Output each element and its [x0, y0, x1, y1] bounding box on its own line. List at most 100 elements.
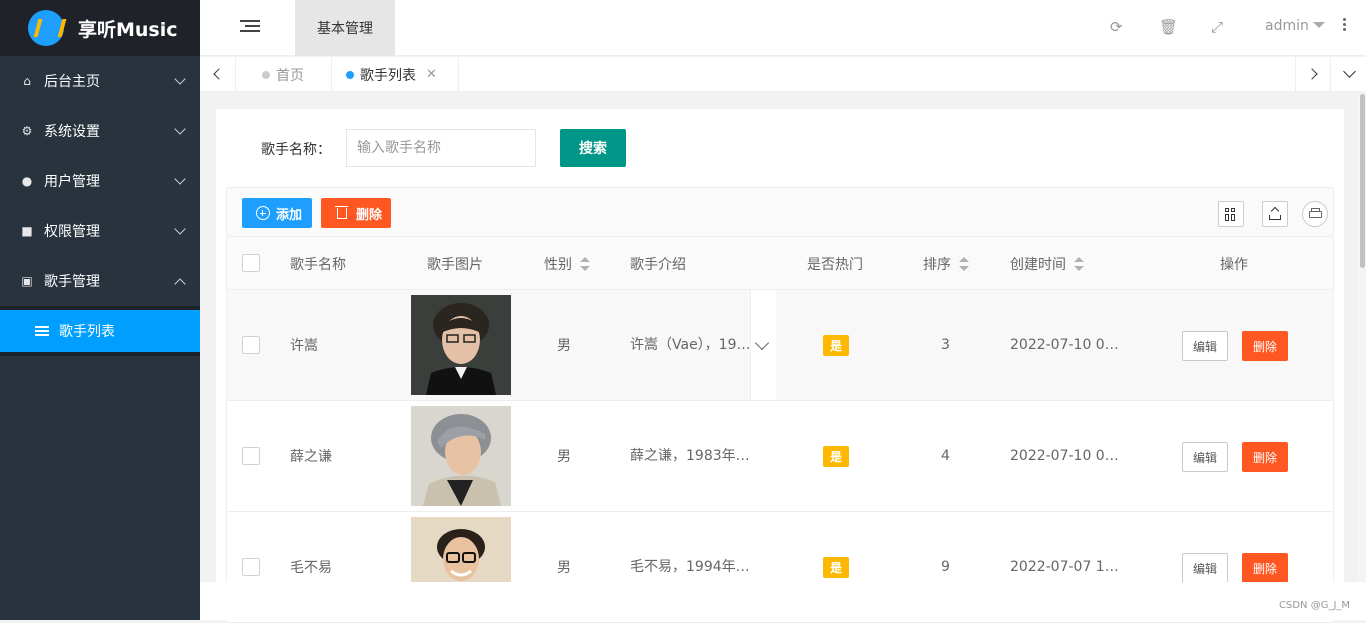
order-cell: 3 [941, 337, 950, 353]
scrollbar-thumb[interactable] [1360, 94, 1365, 268]
intro-text: 薛之谦，1983年7月17日 [630, 448, 756, 464]
column-header-order[interactable]: 排序 [923, 237, 969, 290]
table-row[interactable]: 薛之谦 男 薛之谦，1983年7月17日 是 4 2022-07-10 00:0… [226, 401, 1334, 512]
sort-icon[interactable] [1074, 256, 1084, 271]
select-all-checkbox[interactable] [242, 254, 260, 272]
column-header-label: 排序 [923, 256, 951, 273]
tab-dot-icon [346, 70, 354, 79]
table-row[interactable]: 许嵩 男 许嵩（Vae），1986年 是 3 2022-07-10 00:00:… [226, 290, 1334, 401]
sidebar-item-user-management[interactable]: ● 用户管理 [0, 156, 200, 206]
row-checkbox[interactable] [242, 558, 260, 576]
columns-filter-icon[interactable] [1218, 201, 1244, 227]
edit-button[interactable]: 编辑 [1182, 442, 1228, 472]
row-checkbox[interactable] [242, 336, 260, 354]
singer-photo [411, 406, 511, 506]
top-tab-basic-management[interactable]: 基本管理 [295, 0, 395, 56]
app-title: 享听Music [78, 18, 178, 41]
contact-book-icon: ▣ [21, 274, 33, 288]
tab-dot-icon [262, 70, 270, 79]
sidebar-item-system-settings[interactable]: ⚙ 系统设置 [0, 106, 200, 156]
column-header-gender[interactable]: 性别 [544, 237, 590, 290]
chevron-up-icon [174, 278, 186, 290]
chevron-left-icon [213, 68, 225, 80]
sidebar-subitem-label: 歌手列表 [59, 324, 115, 340]
hot-cell: 是 [823, 401, 850, 511]
tab-singer-list[interactable]: 歌手列表 ✕ [332, 57, 459, 92]
trash-icon [335, 205, 348, 219]
singer-name-search-input[interactable] [346, 129, 536, 167]
user-menu[interactable]: admin [1265, 18, 1325, 34]
chevron-right-icon [1306, 68, 1318, 80]
created-text: 2022-07-10 00:00:00 [1010, 448, 1120, 464]
logo[interactable]: 享听Music [0, 0, 200, 56]
sidebar-item-permission-management[interactable]: ■ 权限管理 [0, 206, 200, 256]
singer-photo [411, 295, 511, 395]
table-toolbar: 添加 删除 [226, 187, 1334, 237]
lock-icon: ■ [21, 224, 33, 238]
sidebar-item-label: 歌手管理 [44, 274, 100, 290]
row-checkbox[interactable] [242, 447, 260, 465]
singer-submenu: 歌手列表 [0, 306, 200, 356]
batch-delete-button[interactable]: 删除 [321, 198, 391, 228]
footer [200, 582, 1366, 620]
caret-down-icon [1312, 22, 1325, 28]
created-text: 2022-07-10 00:00:00 [1010, 337, 1120, 353]
main-card: 歌手名称： 搜索 添加 删除 歌手名称 歌手图片 性别 歌手介绍 是否热门 排序… [216, 109, 1344, 623]
sidebar-item-label: 用户管理 [44, 174, 100, 190]
gender-cell: 男 [557, 338, 571, 354]
export-icon[interactable] [1262, 201, 1288, 227]
page-tabs-bar: 首页 歌手列表 ✕ [200, 57, 1366, 92]
search-button[interactable]: 搜索 [560, 129, 626, 167]
tabs-scroll-left-button[interactable] [200, 57, 236, 92]
tabs-scroll-right-button[interactable] [1295, 57, 1331, 92]
expand-cell-button[interactable] [750, 290, 776, 400]
sidebar-item-label: 后台主页 [44, 74, 100, 90]
column-header-name: 歌手名称 [290, 256, 346, 273]
gears-icon: ⚙ [21, 124, 33, 138]
tab-label: 首页 [276, 67, 304, 84]
search-label: 歌手名称： [261, 142, 331, 158]
music-logo-icon [28, 10, 64, 46]
sort-icon[interactable] [580, 256, 590, 271]
created-cell: 2022-07-10 00:00:00 [1010, 401, 1120, 511]
sidebar-item-home[interactable]: ⌂ 后台主页 [0, 56, 200, 106]
column-header-label: 创建时间 [1010, 256, 1066, 273]
sidebar-item-label: 系统设置 [44, 124, 100, 140]
user-icon: ● [21, 174, 33, 188]
add-button[interactable]: 添加 [242, 198, 312, 228]
tab-home[interactable]: 首页 [236, 57, 332, 92]
sidebar-subitem-singer-list[interactable]: 歌手列表 [0, 310, 200, 352]
table-header: 歌手名称 歌手图片 性别 歌手介绍 是否热门 排序 创建时间 操作 [226, 237, 1334, 290]
order-cell: 4 [941, 448, 950, 464]
list-icon [35, 326, 49, 336]
print-icon[interactable] [1302, 201, 1328, 227]
add-button-label: 添加 [276, 207, 303, 223]
delete-button[interactable]: 删除 [1242, 331, 1288, 361]
singer-name-cell: 薛之谦 [290, 449, 332, 465]
created-cell: 2022-07-10 00:00:00 [1010, 290, 1120, 400]
chevron-down-icon [174, 173, 186, 185]
close-icon[interactable]: ✕ [426, 67, 437, 82]
edit-button[interactable]: 编辑 [1182, 553, 1228, 583]
trash-icon[interactable]: 🗑︎ [1159, 18, 1178, 36]
plus-circle-icon [256, 206, 270, 220]
fullscreen-icon[interactable]: ⤢ [1211, 18, 1223, 36]
delete-button[interactable]: 删除 [1242, 442, 1288, 472]
sort-icon[interactable] [959, 256, 969, 271]
tab-label: 歌手列表 [360, 67, 416, 84]
delete-button[interactable]: 删除 [1242, 553, 1288, 583]
sidebar-item-singer-management[interactable]: ▣ 歌手管理 [0, 256, 200, 306]
hot-badge: 是 [823, 334, 850, 356]
more-vertical-icon[interactable] [1343, 18, 1347, 33]
intro-cell: 薛之谦，1983年7月17日 [630, 401, 756, 511]
edit-button[interactable]: 编辑 [1182, 331, 1228, 361]
home-icon: ⌂ [23, 74, 31, 88]
chevron-down-icon [174, 73, 186, 85]
chevron-down-icon [174, 223, 186, 235]
delete-button-label: 删除 [356, 207, 383, 223]
refresh-icon[interactable]: ⟳ [1110, 18, 1123, 36]
singer-name-cell: 许嵩 [290, 338, 318, 354]
tabs-menu-button[interactable] [1331, 57, 1366, 92]
collapse-sidebar-icon[interactable] [240, 20, 260, 36]
column-header-created[interactable]: 创建时间 [1010, 237, 1084, 290]
